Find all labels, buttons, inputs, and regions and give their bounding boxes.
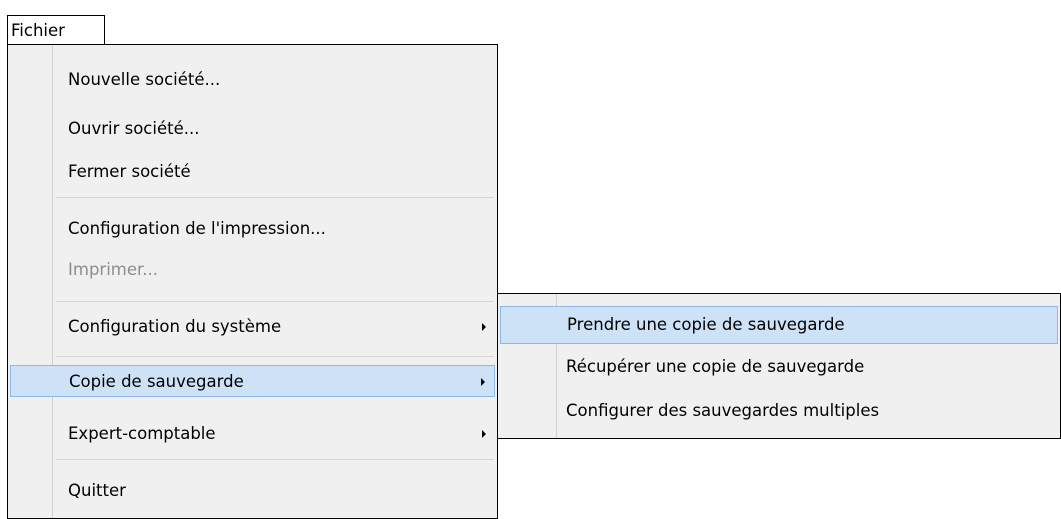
submenu-item-prendre-copie[interactable]: Prendre une copie de sauvegarde [500, 306, 1058, 344]
menu-item-nouvelle-societe[interactable]: Nouvelle société... [10, 64, 495, 96]
submenu-item-recuperer-copie[interactable]: Récupérer une copie de sauvegarde [500, 351, 1058, 383]
menu-item-expert-comptable[interactable]: Expert-comptable [10, 418, 495, 450]
menu-item-label: Imprimer... [68, 260, 159, 279]
menu-item-imprimer: Imprimer... [10, 254, 495, 286]
menu-item-label: Prendre une copie de sauvegarde [567, 315, 845, 334]
fichier-dropdown-menu: Nouvelle société... Ouvrir société... Fe… [7, 44, 498, 519]
submenu-arrow-icon [482, 323, 486, 331]
submenu-arrow-icon [481, 378, 485, 386]
menu-item-configuration-impression[interactable]: Configuration de l'impression... [10, 213, 495, 245]
copie-de-sauvegarde-submenu: Prendre une copie de sauvegarde Récupére… [497, 293, 1061, 439]
menu-separator [56, 356, 494, 357]
menu-item-label: Configuration de l'impression... [68, 219, 326, 238]
menu-separator [56, 301, 494, 302]
menu-separator [56, 459, 494, 460]
menu-item-label: Fermer société [68, 162, 191, 181]
menu-fichier[interactable]: Fichier [7, 15, 105, 45]
menu-separator [56, 197, 494, 198]
menu-item-label: Configuration du système [68, 317, 282, 336]
menu-item-label: Copie de sauvegarde [69, 372, 244, 391]
submenu-arrow-icon [482, 430, 486, 438]
menu-item-label: Récupérer une copie de sauvegarde [566, 357, 865, 376]
menu-item-quitter[interactable]: Quitter [10, 475, 495, 507]
menu-item-label: Ouvrir société... [68, 119, 200, 138]
menu-item-label: Expert-comptable [68, 424, 216, 443]
menu-item-label: Quitter [68, 481, 126, 500]
menu-item-fermer-societe[interactable]: Fermer société [10, 156, 495, 188]
menu-item-configuration-systeme[interactable]: Configuration du système [10, 311, 495, 343]
menu-item-label: Configurer des sauvegardes multiples [566, 401, 880, 420]
menu-item-ouvrir-societe[interactable]: Ouvrir société... [10, 113, 495, 145]
submenu-item-configurer-sauvegardes-multiples[interactable]: Configurer des sauvegardes multiples [500, 395, 1058, 427]
menu-item-copie-de-sauvegarde[interactable]: Copie de sauvegarde [10, 365, 495, 397]
menu-item-label: Nouvelle société... [68, 70, 221, 89]
